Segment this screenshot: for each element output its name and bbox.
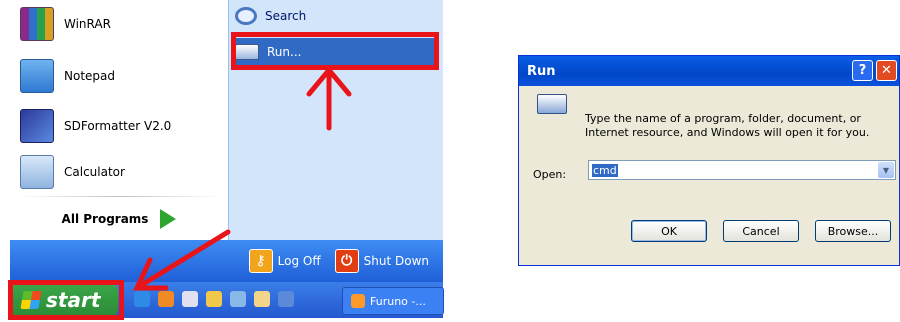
app-icon (351, 294, 365, 308)
calculator-icon (20, 155, 54, 189)
program-label: Calculator (64, 165, 125, 179)
program-item-notepad[interactable]: Notepad (10, 56, 228, 96)
search-label: Search (265, 9, 307, 23)
program-label: SDFormatter V2.0 (64, 119, 172, 133)
chevron-down-icon[interactable]: ▼ (878, 162, 894, 178)
open-input-value[interactable]: cmd (592, 163, 618, 177)
close-button[interactable]: ✕ (876, 60, 897, 81)
search-icon (235, 7, 257, 25)
start-menu: WinRAR Notepad SDFormatter V2.0 Calculat… (10, 0, 443, 282)
power-icon: ⏻ (334, 249, 359, 273)
search-menu-item[interactable]: Search (235, 2, 435, 30)
cancel-button[interactable]: Cancel (723, 220, 799, 242)
run-highlight-box (231, 32, 439, 70)
winrar-icon (20, 7, 54, 41)
program-label: Notepad (64, 69, 115, 83)
open-label: Open: (533, 168, 567, 181)
task-label: Furuno -... (370, 294, 426, 308)
all-programs-label: All Programs (61, 212, 149, 226)
browse-button[interactable]: Browse... (815, 220, 891, 242)
ok-button[interactable]: OK (631, 220, 707, 242)
quick-launch (134, 291, 302, 307)
all-programs-button[interactable]: All Programs (10, 200, 228, 238)
program-label: WinRAR (64, 17, 111, 31)
ie-icon[interactable] (134, 291, 150, 307)
start-highlight-box (8, 280, 124, 320)
shut-down-button[interactable]: ⏻ Shut Down (334, 249, 429, 273)
program-item-calculator[interactable]: Calculator (10, 152, 228, 192)
run-dialog-titlebar[interactable]: Run ? ✕ (519, 56, 899, 86)
tool-icon[interactable] (206, 291, 222, 307)
open-combobox[interactable]: cmd ▼ (588, 160, 896, 180)
taskbar-task-button[interactable]: Furuno -... (342, 287, 444, 315)
notepad-icon (20, 59, 54, 93)
start-menu-footer: ⚷ Log Off ⏻ Shut Down (10, 240, 443, 282)
run-icon (537, 94, 567, 114)
run-dialog: Run ? ✕ Type the name of a program, fold… (518, 55, 900, 266)
network-icon[interactable] (230, 291, 246, 307)
key-icon: ⚷ (248, 249, 273, 273)
dialog-description: Type the name of a program, folder, docu… (585, 112, 870, 139)
word-icon[interactable] (182, 291, 198, 307)
log-off-button[interactable]: ⚷ Log Off (248, 249, 321, 273)
green-arrow-icon (160, 209, 177, 229)
program-item-winrar[interactable]: WinRAR (10, 4, 228, 44)
shut-down-label: Shut Down (363, 254, 429, 268)
program-item-sdformatter[interactable]: SDFormatter V2.0 (10, 106, 228, 146)
sdformatter-icon (20, 109, 54, 143)
firefox-icon[interactable] (158, 291, 174, 307)
dialog-title: Run (527, 63, 556, 79)
log-off-label: Log Off (277, 254, 321, 268)
folder-icon[interactable] (254, 291, 270, 307)
desktop-icon[interactable] (278, 291, 294, 307)
menu-separator (18, 196, 222, 197)
pinned-programs-column: WinRAR Notepad SDFormatter V2.0 Calculat… (10, 0, 228, 240)
help-button[interactable]: ? (852, 60, 873, 81)
places-column: Search Run... (228, 0, 443, 240)
